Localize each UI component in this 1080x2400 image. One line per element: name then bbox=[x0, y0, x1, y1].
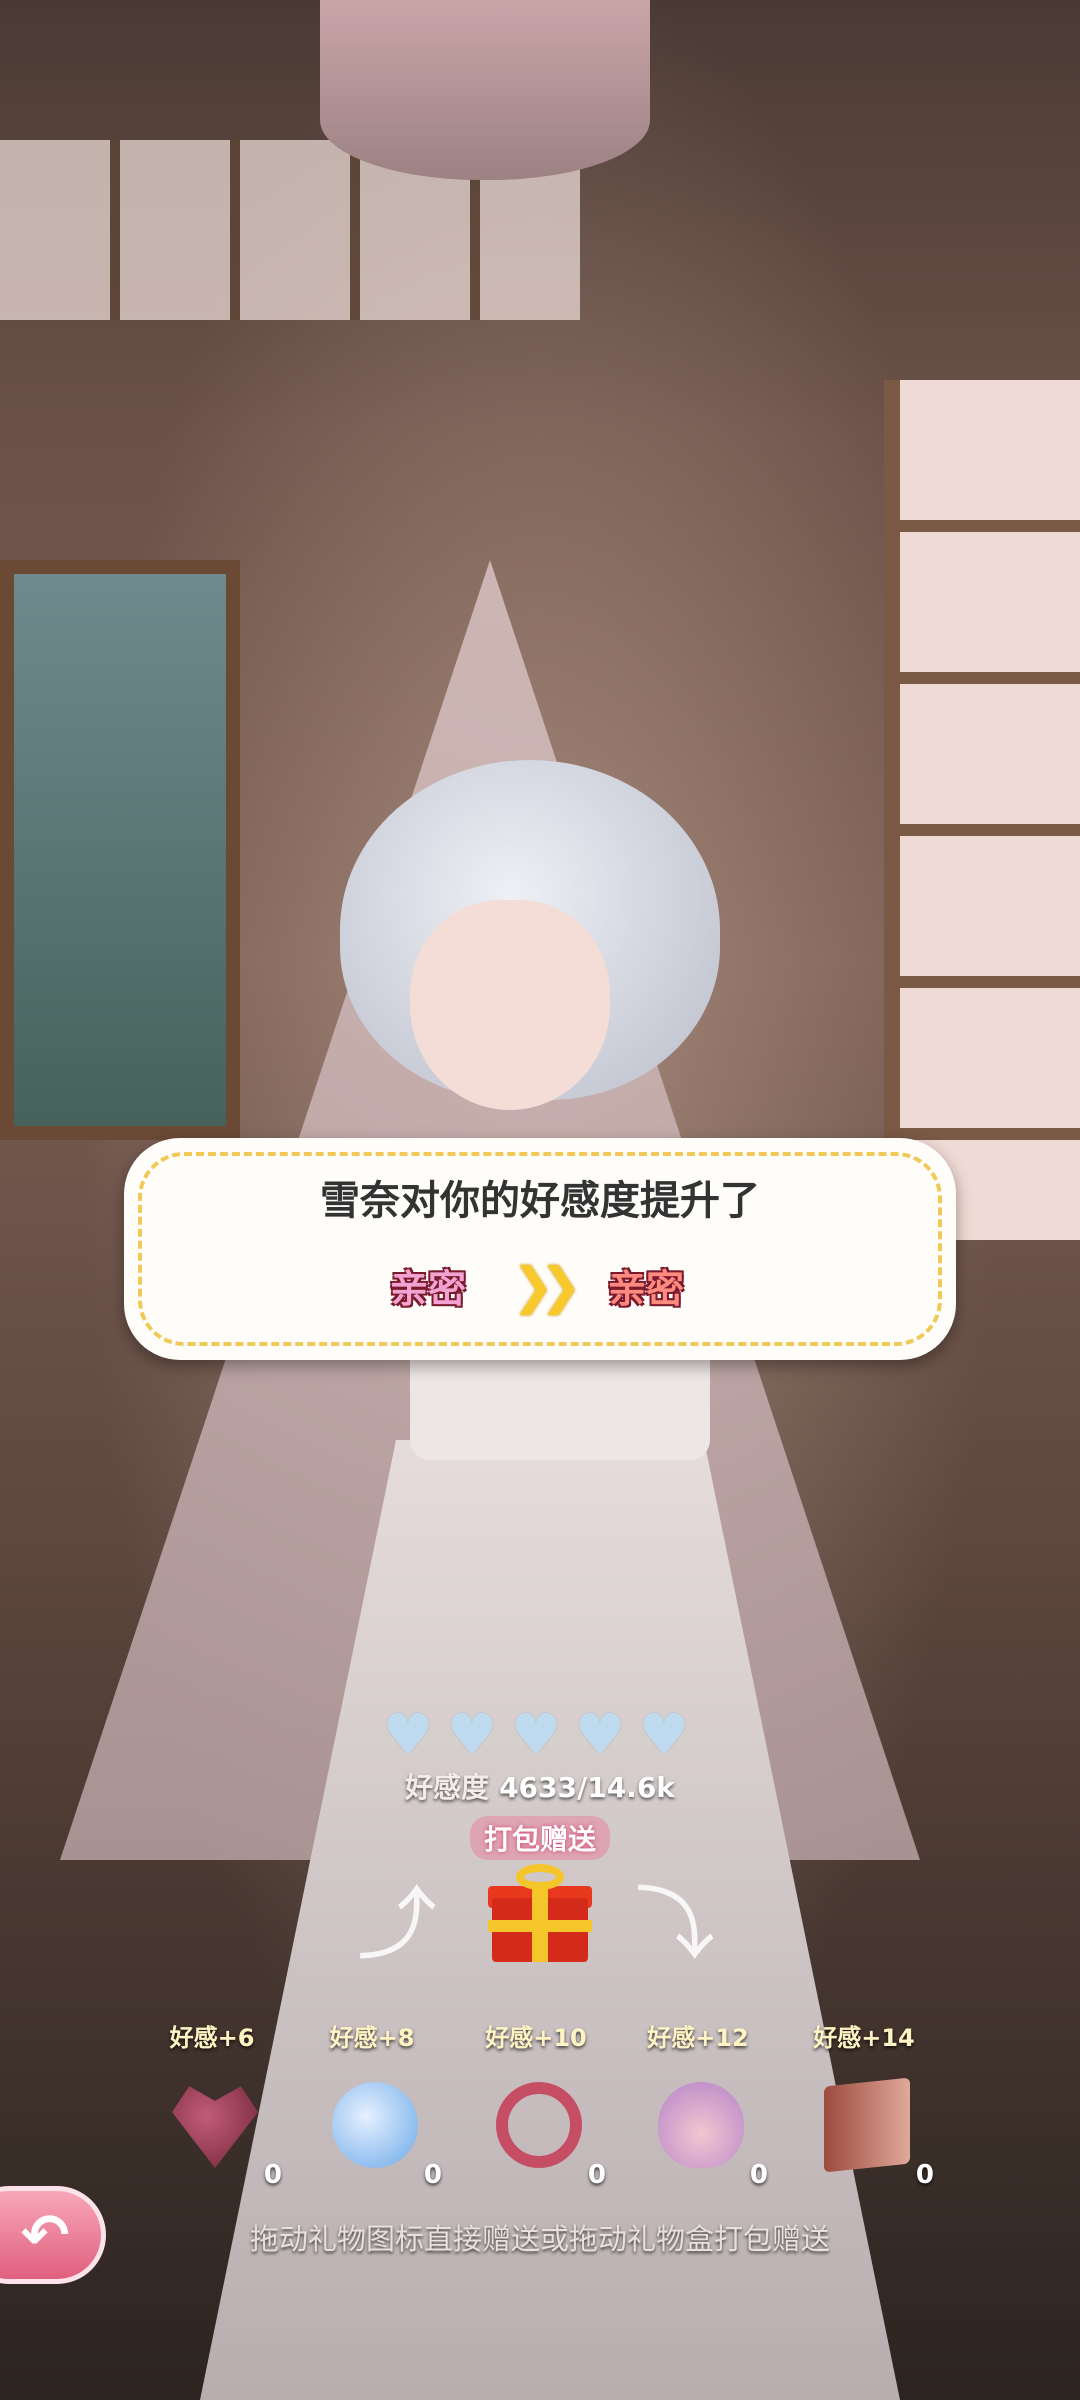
bow-ring-icon[interactable] bbox=[496, 2082, 582, 2168]
diary-book-icon[interactable] bbox=[824, 2077, 910, 2173]
gift-box-bow bbox=[516, 1864, 564, 1890]
heart-icon: ♥ bbox=[446, 1703, 498, 1768]
gift-count: 0 bbox=[423, 2160, 442, 2190]
gift-slot-5[interactable]: 好感+14 0 bbox=[784, 2018, 944, 2190]
pack-gift-label: 打包赠送 bbox=[470, 1816, 611, 1860]
heart-icon: ♥ bbox=[382, 1703, 434, 1768]
gift-slot-3[interactable]: 好感+10 0 bbox=[456, 2018, 616, 2190]
gift-count: 0 bbox=[915, 2160, 934, 2190]
gift-slot-1[interactable]: 好感+6 0 bbox=[132, 2018, 292, 2190]
affection-hearts: ♥ ♥ ♥ ♥ ♥ bbox=[380, 1708, 700, 1764]
affection-label: 好感度 bbox=[405, 1771, 490, 1804]
gift-box-icon[interactable] bbox=[488, 1862, 592, 1966]
gift-bonus-label: 好感+6 bbox=[169, 2024, 255, 2052]
gift-box-ribbon bbox=[488, 1920, 592, 1932]
heart-chocolate-box-icon[interactable] bbox=[172, 2086, 258, 2168]
sliding-door bbox=[884, 380, 1080, 1240]
gift-slot-2[interactable]: 好感+8 0 bbox=[292, 2018, 452, 2190]
origami-bottle-icon[interactable] bbox=[658, 2082, 744, 2168]
toast-title: 雪奈对你的好感度提升了 bbox=[320, 1178, 760, 1224]
character-face[interactable] bbox=[410, 900, 610, 1110]
previous-level-label: 亲密 bbox=[390, 1267, 467, 1311]
gift-count: 0 bbox=[587, 2160, 606, 2190]
curved-arrow-icon: ⤵ bbox=[635, 1878, 715, 1971]
affection-value: 4633/14.6k bbox=[499, 1771, 675, 1804]
heart-icon: ♥ bbox=[574, 1703, 626, 1768]
heart-icon: ♥ bbox=[638, 1703, 690, 1768]
gift-count: 0 bbox=[749, 2160, 768, 2190]
gift-bonus-label: 好感+12 bbox=[647, 2024, 749, 2052]
gift-hint-text: 拖动礼物图标直接赠送或拖动礼物盒打包赠送 bbox=[249, 2222, 830, 2256]
affection-readout: 好感度 4633/14.6k bbox=[0, 1766, 1080, 1806]
double-chevron-right-icon: ❯❯ bbox=[512, 1257, 582, 1315]
gift-slot-4[interactable]: 好感+12 0 bbox=[618, 2018, 778, 2190]
heart-icon: ♥ bbox=[510, 1703, 562, 1768]
new-level-label: 亲密 bbox=[608, 1267, 685, 1311]
candy-wrapper-icon[interactable] bbox=[332, 2082, 418, 2168]
gift-bonus-label: 好感+10 bbox=[485, 2024, 587, 2052]
gift-bonus-label: 好感+8 bbox=[329, 2024, 415, 2052]
ceiling-lamp bbox=[320, 0, 650, 180]
garden-window bbox=[0, 560, 240, 1140]
curved-arrow-icon: ⤴ bbox=[357, 1878, 437, 1971]
gift-bonus-label: 好感+14 bbox=[813, 2024, 915, 2052]
affection-up-toast: 雪奈对你的好感度提升了 亲密 ❯❯ 亲密 bbox=[124, 1138, 956, 1360]
gift-count: 0 bbox=[263, 2160, 282, 2190]
